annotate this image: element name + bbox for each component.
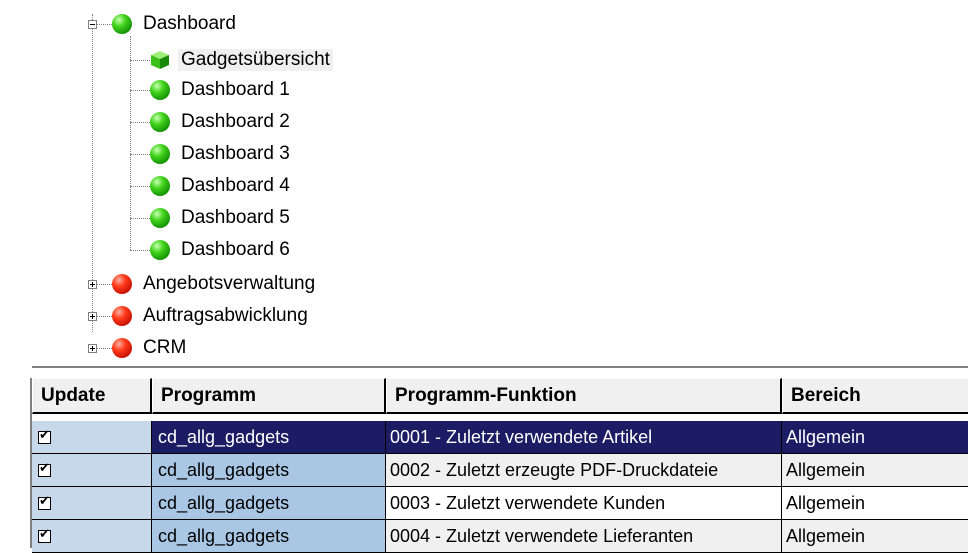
expand-icon[interactable] (88, 312, 97, 321)
green-ball-icon (150, 144, 170, 164)
tree-node-dashboard-4[interactable]: Dashboard 4 (150, 173, 293, 199)
column-header-programm[interactable]: Programm (152, 378, 386, 414)
tree-node-label: Dashboard 1 (181, 79, 290, 100)
column-header-bereich[interactable]: Bereich (782, 378, 968, 414)
update-checkbox[interactable] (38, 428, 51, 444)
tree-node-dashboard-2[interactable]: Dashboard 2 (150, 109, 293, 135)
tree-node-crm[interactable]: CRM (112, 335, 189, 361)
tree-view[interactable]: Dashboard Gadgetsübersicht Dashboard 1 D… (2, 0, 968, 368)
tree-bottom-border (32, 362, 968, 368)
update-checkbox[interactable] (38, 461, 51, 477)
tree-node-angebotsverwaltung[interactable]: Angebotsverwaltung (112, 271, 318, 297)
expand-icon[interactable] (88, 280, 97, 289)
red-ball-icon (112, 338, 132, 358)
tree-connector (130, 60, 150, 61)
funktion-cell[interactable]: 0004 - Zuletzt verwendete Lieferanten (386, 520, 782, 553)
function-grid[interactable]: Update Programm Programm-Funktion Bereic… (30, 378, 968, 553)
tree-node-label: Angebotsverwaltung (143, 273, 316, 294)
tree-node-auftragsabwicklung[interactable]: Auftragsabwicklung (112, 303, 311, 329)
bereich-cell[interactable]: Allgemein (782, 487, 968, 520)
tree-connector (130, 90, 150, 91)
tree-node-label: Dashboard (143, 13, 236, 34)
update-checkbox[interactable] (38, 494, 51, 510)
tree-node-label: Dashboard 3 (181, 143, 290, 164)
programm-cell[interactable]: cd_allg_gadgets (152, 520, 386, 553)
green-ball-icon (112, 14, 132, 34)
window: Dashboard Gadgetsübersicht Dashboard 1 D… (0, 0, 968, 553)
tree-node-dashboard[interactable]: Dashboard (112, 11, 239, 37)
tree-connector (130, 122, 150, 123)
green-cube-icon (151, 51, 169, 69)
green-ball-icon (150, 240, 170, 260)
bereich-cell[interactable]: Allgemein (782, 421, 968, 454)
green-ball-icon (150, 112, 170, 132)
tree-node-dashboard-6[interactable]: Dashboard 6 (150, 237, 293, 263)
tree-node-gadgetsuebersicht[interactable]: Gadgetsübersicht (150, 47, 333, 73)
programm-cell[interactable]: cd_allg_gadgets (152, 454, 386, 487)
tree-node-label: Dashboard 6 (181, 239, 290, 260)
green-ball-icon (150, 80, 170, 100)
red-ball-icon (112, 306, 132, 326)
tree-node-label: Dashboard 2 (181, 111, 290, 132)
collapse-icon[interactable] (88, 20, 97, 29)
red-ball-icon (112, 274, 132, 294)
funktion-cell[interactable]: 0002 - Zuletzt erzeugte PDF-Druckdateie (386, 454, 782, 487)
tree-node-dashboard-1[interactable]: Dashboard 1 (150, 77, 293, 103)
update-cell[interactable] (32, 487, 152, 520)
tree-connector (130, 154, 150, 155)
programm-cell[interactable]: cd_allg_gadgets (152, 421, 386, 454)
tree-node-label: Gadgetsübersicht (178, 49, 333, 71)
tree-node-label: Dashboard 5 (181, 207, 290, 228)
bereich-cell[interactable]: Allgemein (782, 520, 968, 553)
expand-icon[interactable] (88, 344, 97, 353)
tree-node-label: Dashboard 4 (181, 175, 290, 196)
green-ball-icon (150, 208, 170, 228)
tree-node-label: Auftragsabwicklung (143, 305, 308, 326)
tree-connector (130, 186, 150, 187)
tree-connector (130, 250, 150, 251)
programm-cell[interactable]: cd_allg_gadgets (152, 487, 386, 520)
funktion-cell[interactable]: 0001 - Zuletzt verwendete Artikel (386, 421, 782, 454)
column-header-update[interactable]: Update (32, 378, 152, 414)
tree-node-label: CRM (143, 337, 187, 358)
update-cell[interactable] (32, 520, 152, 553)
update-cell[interactable] (32, 421, 152, 454)
column-header-programm-funktion[interactable]: Programm-Funktion (386, 378, 782, 414)
update-checkbox[interactable] (38, 527, 51, 543)
tree-node-dashboard-3[interactable]: Dashboard 3 (150, 141, 293, 167)
bereich-cell[interactable]: Allgemein (782, 454, 968, 487)
tree-node-dashboard-5[interactable]: Dashboard 5 (150, 205, 293, 231)
green-ball-icon (150, 176, 170, 196)
update-cell[interactable] (32, 454, 152, 487)
tree-connector (130, 218, 150, 219)
funktion-cell[interactable]: 0003 - Zuletzt verwendete Kunden (386, 487, 782, 520)
